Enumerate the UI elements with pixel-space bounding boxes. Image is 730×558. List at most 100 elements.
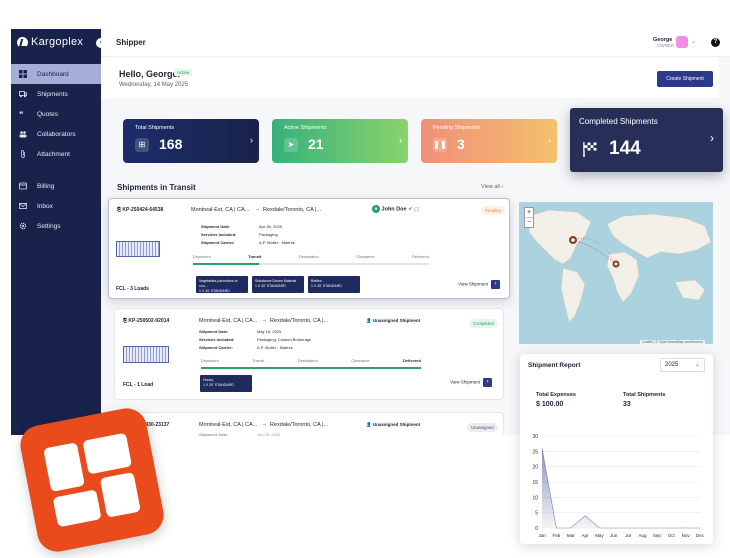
route-destination: Rexdale/Toronto, CA |... — [270, 318, 328, 324]
avatar[interactable] — [676, 36, 688, 48]
stat-card-total[interactable]: Total Shipments ⊞ 168 › — [123, 119, 259, 163]
stat-card-pending[interactable]: Pending Shipments ❚❚ 3 › — [421, 119, 557, 163]
expenses-label: Total Expenses — [536, 392, 576, 398]
stat-card-active[interactable]: Active Shipments ➤ 21 › — [272, 119, 408, 163]
paperclip-icon — [21, 150, 25, 158]
route-origin: Montreal-Est, CA | CA... — [199, 422, 258, 428]
shipments-total-label: Total Shipments — [623, 392, 666, 398]
x-tick-label: Sep — [653, 533, 662, 538]
flag-icon — [583, 142, 597, 157]
logo-block — [52, 489, 102, 528]
arrow-right-icon: → — [255, 206, 261, 212]
step-departure: Departure — [201, 358, 219, 363]
page-title: Shipper — [116, 38, 146, 47]
stat-value: 21 — [308, 136, 324, 152]
map-marker-icon[interactable] — [569, 236, 577, 244]
progress-fill — [193, 263, 260, 265]
view-all-link[interactable]: View all › — [481, 184, 503, 190]
world-map — [528, 209, 712, 323]
cargo-tag-size: 1 X 20' STANDARD — [311, 284, 342, 288]
current-date: Wednesday, 14 May 2025 — [119, 82, 189, 88]
stat-value: 168 — [159, 136, 183, 152]
fcl-loads: FCL - 1 Load — [123, 382, 154, 388]
map-attribution[interactable]: Leaflet | © OpenStreetMap contributors — [640, 340, 705, 344]
shipment-map[interactable] — [519, 202, 713, 344]
kv-label: Shipment Date: — [199, 432, 229, 437]
logo-text: Kargoplex — [31, 36, 84, 48]
kv-value: Jun 25, 2025 — [257, 432, 281, 437]
shipment-carrier: Shipment Carrier: A.P. Moller - Maersk — [199, 345, 293, 350]
mail-icon — [19, 203, 27, 209]
progress-fill — [201, 367, 421, 369]
stat-label: Total Shipments — [135, 125, 175, 131]
chevron-right-icon: › — [710, 131, 714, 145]
sidebar-item-shipments[interactable]: Shipments — [11, 84, 101, 104]
route-destination: Rexdale/Toronto, CA |... — [263, 207, 321, 213]
y-tick-label: 30 — [532, 434, 538, 440]
cargo-tag: Substance Drums Material 1 X 20' STANDARD — [252, 276, 304, 293]
sidebar-item-attachment[interactable]: Attachment — [11, 144, 101, 164]
sidebar-item-label: Quotes — [37, 110, 58, 118]
zoom-out-button[interactable]: − — [525, 218, 533, 227]
year-select[interactable]: 2025 ⌄ — [660, 358, 705, 372]
create-shipment-button[interactable]: Create Shipment — [657, 71, 713, 87]
step-delivered: Delivered — [412, 254, 429, 259]
kv-value: A.P. Moller - Maersk — [259, 240, 295, 245]
y-tick-label: 20 — [532, 465, 538, 471]
zoom-in-button[interactable]: + — [525, 208, 533, 218]
stat-card-completed[interactable]: Completed Shipments 144 › — [570, 108, 723, 172]
fcl-loads: FCL - 3 Loads — [116, 286, 149, 292]
greeting-bar: Hello, George! Active Wednesday, 14 May … — [101, 57, 719, 98]
sidebar-item-quotes[interactable]: ❝ Quotes — [11, 104, 101, 124]
chevron-right-icon: › — [399, 135, 402, 145]
map-marker-icon[interactable] — [612, 260, 620, 268]
cargo-tag: Honey 1 X 20' STANDARD — [200, 375, 252, 392]
route-origin: Montreal-Est, CA | CA... — [199, 318, 258, 324]
status-badge: Completed — [469, 319, 498, 328]
kv-label: Services Included: — [199, 337, 235, 342]
sidebar-item-billing[interactable]: Billing — [11, 176, 101, 196]
y-tick-label: 25 — [532, 449, 538, 455]
shipment-services: Services Included: Packaging, Custom Brok… — [199, 337, 311, 342]
sidebar-item-dashboard[interactable]: Dashboard — [11, 64, 101, 84]
shipment-id-text: KP-250424-64538 — [122, 207, 164, 213]
sidebar-item-inbox[interactable]: Inbox — [11, 196, 101, 216]
sidebar-item-settings[interactable]: Settings — [11, 216, 101, 236]
shipment-id: ⎘ KP-250424-64538 — [117, 207, 163, 213]
container-image — [123, 346, 169, 363]
sidebar-item-collaborators[interactable]: Collaborators — [11, 124, 101, 144]
shipment-date: Shipment Date: Apr 26, 2025 — [201, 224, 282, 229]
shipment-date: Shipment Date: May 16, 2025 — [199, 329, 281, 334]
chevron-right-icon: › — [250, 135, 253, 145]
shipment-card[interactable]: ⎘ KP-250424-64538 Montreal-Est, CA | CA.… — [108, 198, 510, 299]
view-shipment-button[interactable]: View Shipment › — [458, 280, 500, 289]
truck-icon — [19, 91, 27, 98]
assignee: 👤 Unassigned Shipment — [366, 422, 420, 428]
sidebar-item-label: Billing — [37, 182, 55, 190]
step-delivered: Delivered — [402, 358, 421, 363]
sidebar-item-label: Shipments — [37, 90, 68, 98]
assignee-name: John Doe — [381, 206, 407, 213]
x-tick-label: Jul — [625, 533, 631, 538]
view-shipment-button[interactable]: View Shipment › — [450, 378, 492, 387]
stat-label: Completed Shipments — [579, 117, 658, 126]
app-logo[interactable]: Kargoplex — [17, 36, 83, 48]
brand-badge-logo — [16, 404, 168, 556]
help-icon[interactable]: ? — [711, 38, 720, 47]
billing-icon — [19, 182, 27, 190]
kv-value: A.P. Moller - Maersk — [257, 345, 293, 350]
chevron-down-icon[interactable]: ⌄ — [691, 38, 696, 45]
shipment-card[interactable]: ⎘ KP-250502-92014 Montreal-Est, CA | CA.… — [114, 308, 504, 400]
chat-icon[interactable]: ▢ — [414, 206, 419, 212]
unassigned-icon: 👤 — [366, 422, 372, 427]
shipment-id-text: KP-250502-92014 — [128, 318, 170, 324]
status-badge: Unassigned — [467, 423, 498, 432]
step-destination: Destination — [297, 358, 318, 363]
assignee[interactable]: ● John Doe ✔ ▢ — [372, 205, 419, 213]
kv-label: Shipment Date: — [199, 329, 229, 334]
verified-icon: ✔ — [408, 206, 413, 213]
shipments-total-value: 33 — [623, 401, 631, 408]
shipment-card[interactable]: ⎘ KP-250430-23137 Montreal-Est, CA | CA.… — [114, 412, 504, 437]
shipment-services: Services Included: Packaging — [201, 232, 278, 237]
year-select-value: 2025 — [665, 362, 679, 368]
